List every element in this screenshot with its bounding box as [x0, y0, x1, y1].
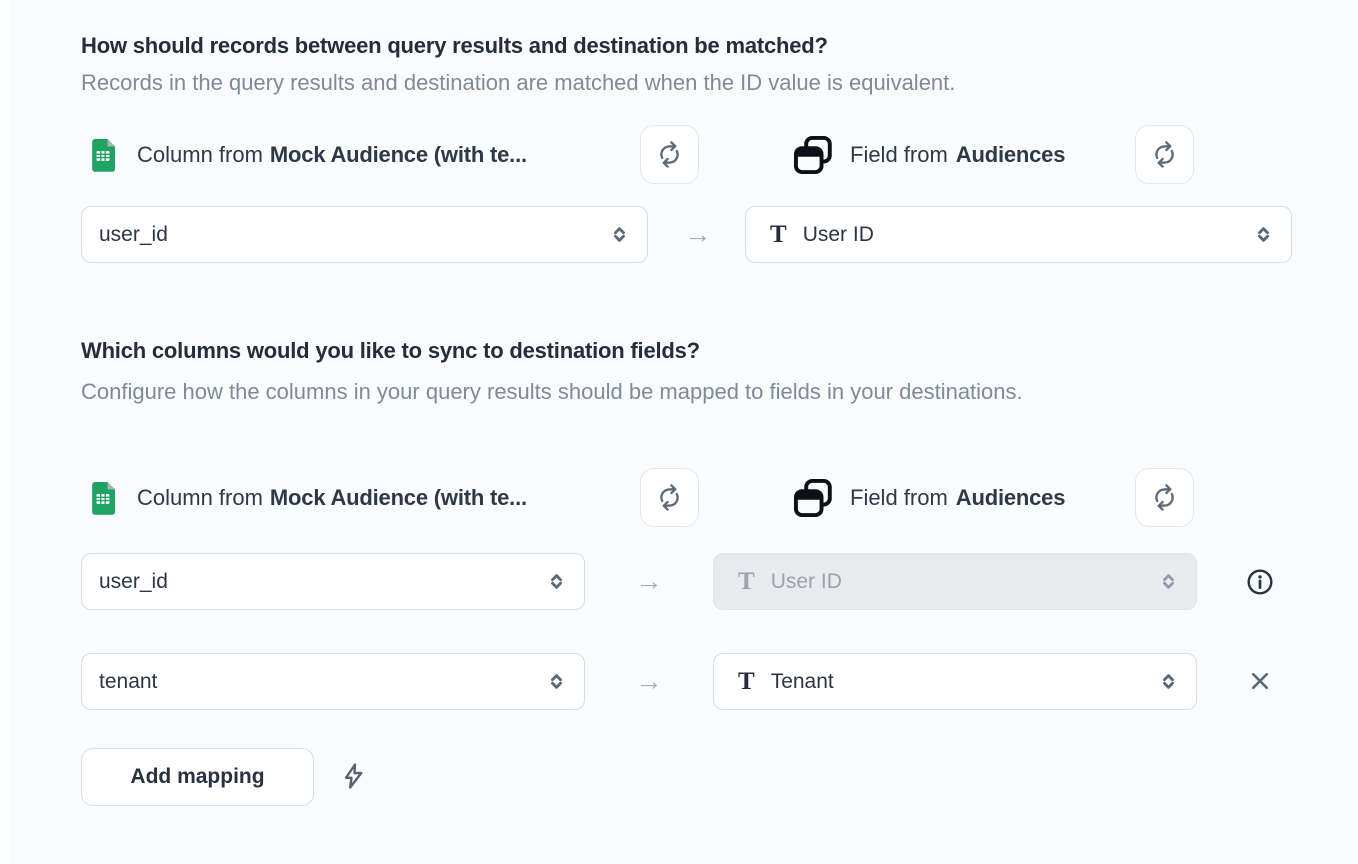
- chevron-up-down-icon: [608, 223, 631, 246]
- refresh-icon: [656, 484, 683, 511]
- matching-section-title: How should records between query results…: [81, 33, 828, 59]
- destination-header-name: Audiences: [956, 142, 1065, 168]
- string-type-icon: T: [738, 669, 755, 694]
- matching-source-column-select[interactable]: user_id: [81, 206, 648, 263]
- selected-destination-field: User ID: [771, 570, 842, 594]
- source-header-name: Mock Audience (with te...: [270, 485, 527, 511]
- mapping-row-source-select[interactable]: user_id: [81, 553, 585, 610]
- refresh-source-columns-button[interactable]: [640, 468, 699, 527]
- string-type-icon: T: [770, 222, 787, 247]
- selected-source-column: tenant: [99, 670, 157, 694]
- selected-destination-field: User ID: [803, 223, 874, 247]
- source-header-prefix: Column from: [137, 142, 263, 168]
- selected-source-column: user_id: [99, 570, 168, 594]
- add-mapping-button[interactable]: Add mapping: [81, 748, 314, 806]
- destination-header-prefix: Field from: [850, 142, 948, 168]
- remove-mapping-button[interactable]: [1245, 666, 1275, 696]
- lightning-bolt-icon: [339, 761, 369, 791]
- x-close-icon: [1245, 666, 1275, 696]
- matching-source-header: Column from Mock Audience (with te...: [86, 125, 527, 184]
- mapping-arrow: →: [676, 206, 720, 263]
- refresh-icon: [656, 141, 683, 168]
- mapping-info-button[interactable]: [1245, 567, 1275, 597]
- mappings-section-title: Which columns would you like to sync to …: [81, 338, 700, 364]
- refresh-source-columns-button[interactable]: [640, 125, 699, 184]
- mapping-row-destination-select[interactable]: T Tenant: [713, 653, 1197, 710]
- selected-destination-field: Tenant: [771, 670, 834, 694]
- destination-audiences-icon: [792, 477, 834, 519]
- source-header-name: Mock Audience (with te...: [270, 142, 527, 168]
- chevron-up-down-icon: [545, 570, 568, 593]
- panel-edge: [0, 0, 9, 864]
- string-type-icon: T: [738, 569, 755, 594]
- matching-section-description: Records in the query results and destina…: [81, 66, 955, 100]
- chevron-up-down-icon: [545, 670, 568, 693]
- destination-header-prefix: Field from: [850, 485, 948, 511]
- refresh-destination-fields-button[interactable]: [1135, 125, 1194, 184]
- add-mapping-label: Add mapping: [130, 765, 264, 789]
- chevron-up-down-icon: [1252, 223, 1275, 246]
- mappings-section-description: Configure how the columns in your query …: [81, 372, 1126, 412]
- destination-header-name: Audiences: [956, 485, 1065, 511]
- mapping-arrow: →: [627, 553, 671, 610]
- mapping-row-destination-select-disabled: T User ID: [713, 553, 1197, 610]
- selected-source-column: user_id: [99, 223, 168, 247]
- chevron-up-down-icon: [1157, 570, 1180, 593]
- info-icon: [1245, 567, 1275, 597]
- google-sheets-icon: [86, 480, 122, 516]
- refresh-icon: [1151, 484, 1178, 511]
- mappings-destination-header: Field from Audiences: [792, 468, 1065, 527]
- mapping-arrow: →: [627, 653, 671, 710]
- google-sheets-icon: [86, 137, 122, 173]
- refresh-destination-fields-button[interactable]: [1135, 468, 1194, 527]
- suggest-mappings-button[interactable]: [339, 761, 369, 791]
- matching-destination-header: Field from Audiences: [792, 125, 1065, 184]
- source-header-prefix: Column from: [137, 485, 263, 511]
- mappings-source-header: Column from Mock Audience (with te...: [86, 468, 527, 527]
- mapping-row-source-select[interactable]: tenant: [81, 653, 585, 710]
- destination-audiences-icon: [792, 134, 834, 176]
- chevron-up-down-icon: [1157, 670, 1180, 693]
- matching-destination-field-select[interactable]: T User ID: [745, 206, 1292, 263]
- refresh-icon: [1151, 141, 1178, 168]
